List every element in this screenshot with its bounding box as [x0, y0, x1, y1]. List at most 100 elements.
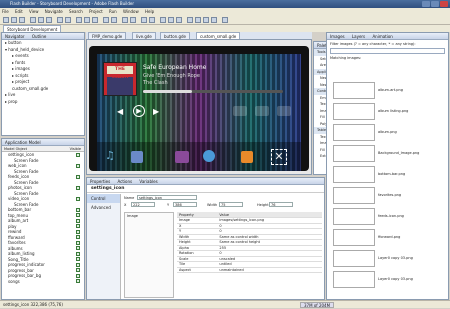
- window-tool-icon[interactable]: [222, 17, 228, 23]
- forward-icon[interactable]: [130, 17, 136, 23]
- image-thumbnail[interactable]: [333, 166, 375, 183]
- album-listing-icon[interactable]: [277, 106, 291, 116]
- rewind-icon[interactable]: ◀: [117, 108, 125, 116]
- save-icon[interactable]: [11, 17, 17, 23]
- image-thumbnail[interactable]: [333, 271, 375, 288]
- play-icon[interactable]: ▶: [133, 105, 145, 117]
- visible-checkbox[interactable]: [76, 152, 80, 157]
- playback-icon[interactable]: [160, 17, 166, 23]
- favorites-icon[interactable]: [233, 106, 247, 116]
- side-tab-control[interactable]: Control: [87, 194, 120, 203]
- editor-canvas[interactable]: THE CLASH Safe European Home Give 'Em En…: [86, 39, 312, 175]
- menu-edit[interactable]: Edit: [15, 9, 23, 14]
- photos-icon[interactable]: [131, 151, 143, 163]
- music-icon[interactable]: ♫: [105, 149, 115, 162]
- menu-project[interactable]: Project: [89, 9, 103, 14]
- fforward-icon[interactable]: ▶: [153, 108, 161, 116]
- visible-checkbox[interactable]: [76, 279, 80, 283]
- visible-checkbox[interactable]: [76, 246, 80, 250]
- visible-checkbox[interactable]: [76, 174, 80, 179]
- image-thumbnail[interactable]: [333, 250, 375, 267]
- visible-checkbox[interactable]: [76, 196, 80, 201]
- tab-button[interactable]: button.gde: [160, 32, 191, 39]
- x-field[interactable]: 222: [131, 202, 155, 207]
- run-icon[interactable]: [30, 17, 36, 23]
- back-icon[interactable]: [122, 17, 128, 23]
- menu-search[interactable]: Search: [69, 9, 83, 14]
- search-icon[interactable]: [57, 17, 63, 23]
- align-left-icon[interactable]: [76, 17, 82, 23]
- debug-icon[interactable]: [38, 17, 44, 23]
- progress-bar[interactable]: [143, 90, 283, 93]
- help-tool-icon[interactable]: [211, 17, 217, 23]
- print-icon[interactable]: [19, 17, 25, 23]
- device-screen[interactable]: THE CLASH Safe European Home Give 'Em En…: [97, 54, 301, 171]
- refresh-icon[interactable]: [46, 17, 52, 23]
- tab-fmp-demo[interactable]: FMP_demo.gde: [88, 32, 127, 39]
- visible-checkbox[interactable]: [76, 251, 80, 256]
- new-icon[interactable]: [3, 17, 9, 23]
- visible-checkbox[interactable]: [76, 213, 80, 217]
- feeds-icon[interactable]: [241, 151, 253, 163]
- y-field[interactable]: 386: [173, 202, 197, 207]
- tab-animation[interactable]: Animation: [372, 34, 392, 39]
- image-thumbnail[interactable]: [333, 208, 375, 225]
- align-center-icon[interactable]: [84, 17, 90, 23]
- tree-item[interactable]: ▸ prop: [2, 99, 84, 106]
- height-field[interactable]: 76: [269, 202, 293, 207]
- align-right-icon[interactable]: [92, 17, 98, 23]
- image-thumbnail[interactable]: [333, 187, 375, 204]
- tab-live[interactable]: live.gde: [132, 32, 156, 39]
- visible-checkbox[interactable]: [76, 257, 80, 261]
- albums-icon[interactable]: [255, 106, 269, 116]
- visible-checkbox[interactable]: [76, 273, 80, 278]
- stop-icon[interactable]: [168, 17, 174, 23]
- menu-run[interactable]: Run: [109, 9, 117, 14]
- zoom-icon[interactable]: [65, 17, 71, 23]
- width-field[interactable]: 75: [219, 202, 243, 207]
- image-thumbnail[interactable]: [333, 145, 375, 162]
- import-icon[interactable]: [195, 17, 201, 23]
- layer-icon[interactable]: [103, 17, 109, 23]
- tab-navigator[interactable]: Navigator: [5, 34, 25, 39]
- tab-custom-small[interactable]: custom_small.gde: [196, 32, 241, 39]
- model-row[interactable]: songs: [2, 279, 84, 285]
- maximize-icon[interactable]: [431, 1, 439, 7]
- image-thumbnail[interactable]: [333, 124, 375, 141]
- visible-checkbox[interactable]: [76, 207, 80, 212]
- side-tab-advanced[interactable]: Advanced: [87, 203, 120, 212]
- menu-file[interactable]: File: [2, 9, 9, 14]
- zoom-in-icon[interactable]: [141, 17, 147, 23]
- visible-checkbox[interactable]: [76, 224, 80, 228]
- visible-checkbox[interactable]: [76, 262, 80, 267]
- tab-properties[interactable]: Properties: [90, 179, 110, 184]
- menu-navigate[interactable]: Navigate: [45, 9, 63, 14]
- visible-checkbox[interactable]: [76, 163, 80, 168]
- menu-view[interactable]: View: [29, 9, 39, 14]
- export-icon[interactable]: [187, 17, 193, 23]
- visible-checkbox[interactable]: [76, 229, 80, 234]
- menu-window[interactable]: Window: [123, 9, 139, 14]
- visible-checkbox[interactable]: [76, 235, 80, 239]
- menu-help[interactable]: Help: [145, 9, 154, 14]
- tab-actions[interactable]: Actions: [118, 179, 133, 184]
- minimize-icon[interactable]: [422, 1, 430, 7]
- zoom-out-icon[interactable]: [149, 17, 155, 23]
- tab-variables[interactable]: Variables: [139, 179, 157, 184]
- property-value[interactable]: unmaintained: [217, 267, 322, 273]
- visible-checkbox[interactable]: [76, 218, 80, 223]
- visible-checkbox[interactable]: [76, 268, 80, 272]
- image-thumbnail[interactable]: [333, 103, 375, 120]
- property-row[interactable]: Aspect unmaintained: [177, 267, 322, 273]
- grid-icon[interactable]: [111, 17, 117, 23]
- flow-icon[interactable]: [176, 17, 182, 23]
- web-icon[interactable]: [203, 150, 215, 162]
- video-icon[interactable]: [175, 151, 189, 163]
- image-thumbnail[interactable]: [333, 82, 375, 99]
- tab-layers[interactable]: Layers: [352, 34, 365, 39]
- perspective-tab[interactable]: Storyboard Development: [3, 25, 62, 32]
- visible-checkbox[interactable]: [76, 240, 80, 245]
- name-field[interactable]: settings_icon: [137, 195, 197, 200]
- tab-images[interactable]: Images: [330, 34, 345, 39]
- visible-checkbox[interactable]: [76, 185, 80, 190]
